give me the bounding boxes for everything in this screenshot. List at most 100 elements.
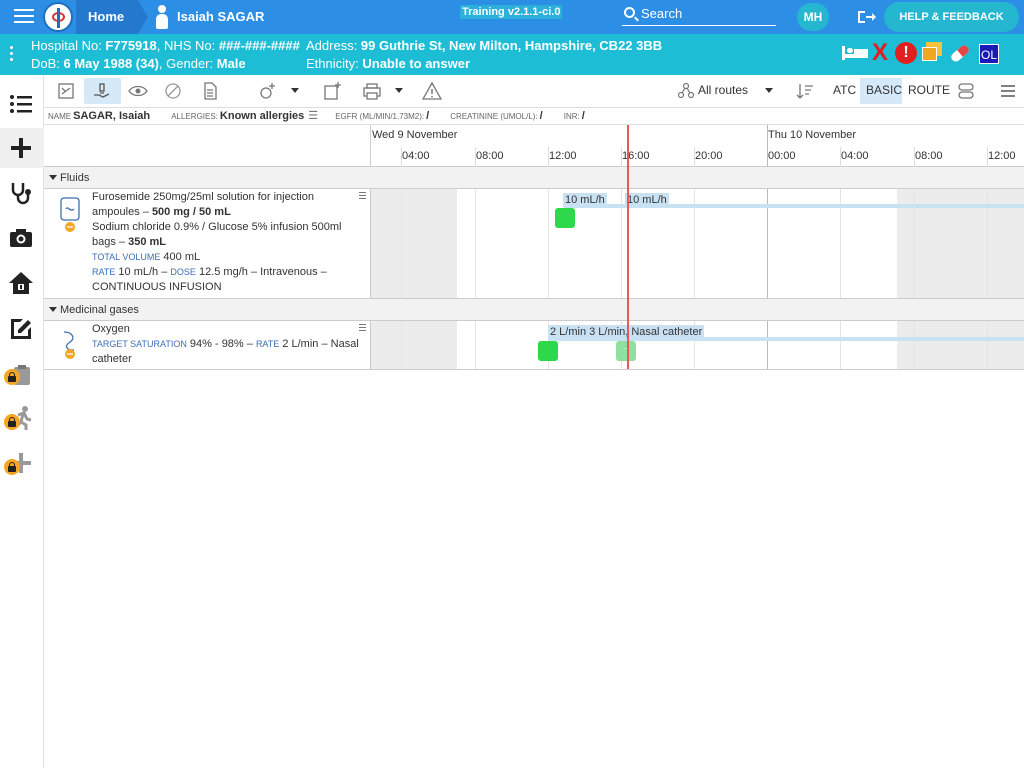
atc-toggle[interactable]: ATC xyxy=(833,75,856,106)
day-divider-line xyxy=(767,321,768,369)
administration-given-marker[interactable] xyxy=(555,208,575,228)
print-dropdown-icon[interactable] xyxy=(395,88,403,93)
add-medication-icon[interactable] xyxy=(258,81,278,101)
sort-icon[interactable] xyxy=(795,81,815,101)
night-shading xyxy=(371,189,457,298)
protocol-icon[interactable] xyxy=(322,81,342,101)
pills-icon[interactable] xyxy=(956,81,976,101)
app-logo[interactable] xyxy=(43,2,73,32)
home-icon[interactable] xyxy=(8,270,34,296)
oxygen-timeline-grid[interactable]: 2 L/min 3 L/min, Nasal catheter xyxy=(371,321,1024,369)
add-medication-dropdown-icon[interactable] xyxy=(291,88,299,93)
egfr-value: / xyxy=(426,110,430,122)
search-icon xyxy=(624,7,635,18)
oxygen-prescription-row[interactable]: Oxygen TARGET SATURATION 94% - 98% – RAT… xyxy=(44,321,1024,370)
target-saturation-label: TARGET SATURATION xyxy=(92,339,187,349)
grid-line xyxy=(401,321,402,369)
rate-label-start: 10 mL/h xyxy=(563,193,607,207)
grid-line xyxy=(475,189,476,298)
route-toggle[interactable]: ROUTE xyxy=(908,75,950,106)
ethnicity-label: Ethnicity: xyxy=(306,56,363,71)
oxygen-name: Oxygen xyxy=(92,323,130,335)
pill-slash-icon[interactable] xyxy=(163,81,183,101)
administration-given-marker[interactable] xyxy=(538,341,558,361)
allergies-menu-icon[interactable]: ☰ xyxy=(308,110,318,122)
section-medicinal-gases[interactable]: Medicinal gases xyxy=(44,299,1024,321)
fluid-prescription-row[interactable]: Furosemide 250mg/25ml solution for injec… xyxy=(44,189,1024,299)
oxygen-line-2: TARGET SATURATION 94% - 98% – RATE 2 L/m… xyxy=(92,337,362,367)
banner-menu-icon[interactable] xyxy=(10,46,14,64)
list-icon[interactable] xyxy=(8,91,34,117)
top-bar: Home Isaiah SAGAR Training v2.1.1-ci.0 S… xyxy=(0,0,1024,34)
chart-toolbar: All routes ATC BASIC ROUTE xyxy=(44,75,1024,108)
furosemide-dose: 500 mg / 50 mL xyxy=(151,206,231,218)
lock-icon xyxy=(4,414,20,430)
hour-label: 08:00 xyxy=(915,150,943,162)
fluid-prescription-detail[interactable]: Furosemide 250mg/25ml solution for injec… xyxy=(44,189,371,298)
documents-icon[interactable] xyxy=(922,42,944,64)
address-value: 99 Guthrie St, New Milton, Hampshire, CB… xyxy=(360,38,663,53)
camera-icon[interactable] xyxy=(8,225,34,251)
patient-info-strip: NAME SAGAR, Isaiah ALLERGIES: Known allerg… xyxy=(44,108,1024,125)
more-menu-icon[interactable] xyxy=(998,81,1018,101)
document-icon[interactable] xyxy=(200,81,220,101)
oxygen-prescription-text: Oxygen TARGET SATURATION 94% - 98% – RAT… xyxy=(92,322,362,367)
eye-icon[interactable] xyxy=(128,81,148,101)
routes-icon[interactable] xyxy=(676,81,696,101)
routes-select[interactable]: All routes xyxy=(698,75,748,106)
rate-value: 10 mL/h – xyxy=(115,266,171,278)
address-label: Address: xyxy=(306,38,361,53)
separator: – xyxy=(139,206,152,218)
bed-icon[interactable] xyxy=(842,42,868,64)
patient-banner: Hospital No: F775918, NHS No: ###-###-##… xyxy=(0,34,1024,75)
edit-document-icon[interactable] xyxy=(8,315,34,341)
alert-icon[interactable]: ! xyxy=(895,42,917,64)
patient-name-tab[interactable]: Isaiah SAGAR xyxy=(177,0,264,34)
fluid-timeline-grid[interactable]: 10 mL/h 10 mL/h xyxy=(371,189,1024,298)
pill-icon[interactable] xyxy=(948,42,971,64)
logout-icon[interactable] xyxy=(857,9,877,25)
rate-label: RATE xyxy=(255,339,280,349)
hour-label: 04:00 xyxy=(402,150,430,162)
hour-label: 04:00 xyxy=(841,150,869,162)
grid-line xyxy=(475,321,476,369)
rate-change-marker[interactable] xyxy=(616,341,636,361)
hamburger-menu-icon[interactable] xyxy=(14,9,34,25)
add-icon[interactable] xyxy=(8,135,34,161)
basic-toggle[interactable]: BASIC xyxy=(866,75,902,106)
rate-label-current: 10 mL/h xyxy=(625,193,669,207)
oxygen-prescription-detail[interactable]: Oxygen TARGET SATURATION 94% - 98% – RAT… xyxy=(44,321,371,369)
day-label-wed: Wed 9 November xyxy=(372,129,458,141)
ol-badge[interactable]: OL xyxy=(979,44,999,64)
help-feedback-button[interactable]: HELP & FEEDBACK xyxy=(884,2,1019,32)
section-fluids[interactable]: Fluids xyxy=(44,167,1024,189)
inr-value: / xyxy=(581,110,585,122)
egfr-key: EGFR (ML/MIN/1.73M2): xyxy=(335,112,425,121)
separator: – xyxy=(115,236,129,248)
search-input[interactable]: Search xyxy=(622,4,776,26)
user-avatar[interactable]: MH xyxy=(797,3,829,31)
grid-line xyxy=(914,321,915,369)
print-icon[interactable] xyxy=(362,81,382,101)
fluid-line-3: TOTAL VOLUME 400 mL xyxy=(92,250,362,265)
chart-view-icon[interactable] xyxy=(56,81,76,101)
allergies-value[interactable]: Known allergies xyxy=(220,110,304,122)
ethnicity-line: Ethnicity: Unable to answer xyxy=(306,56,470,71)
row-menu-icon[interactable] xyxy=(359,192,366,201)
hour-label: 12:00 xyxy=(549,150,577,162)
nhs-no-label: , NHS No: xyxy=(156,38,219,53)
stethoscope-icon[interactable] xyxy=(8,180,34,206)
dob-line: DoB: 6 May 1988 (34), Gender: Male xyxy=(31,56,246,71)
oxygen-icon xyxy=(60,329,80,365)
cross-icon[interactable]: X xyxy=(872,41,894,65)
hour-label: 12:00 xyxy=(988,150,1016,162)
routes-dropdown-icon[interactable] xyxy=(765,88,773,93)
fluid-prescription-text: Furosemide 250mg/25ml solution for injec… xyxy=(92,190,362,295)
nhs-no: ###-###-#### xyxy=(218,38,300,53)
home-tab[interactable]: Home xyxy=(76,0,148,34)
administer-hand-icon[interactable] xyxy=(92,81,112,101)
warning-icon[interactable] xyxy=(421,81,443,101)
hour-label: 08:00 xyxy=(476,150,504,162)
row-menu-icon[interactable] xyxy=(359,324,366,333)
name-key: NAME xyxy=(48,112,72,121)
